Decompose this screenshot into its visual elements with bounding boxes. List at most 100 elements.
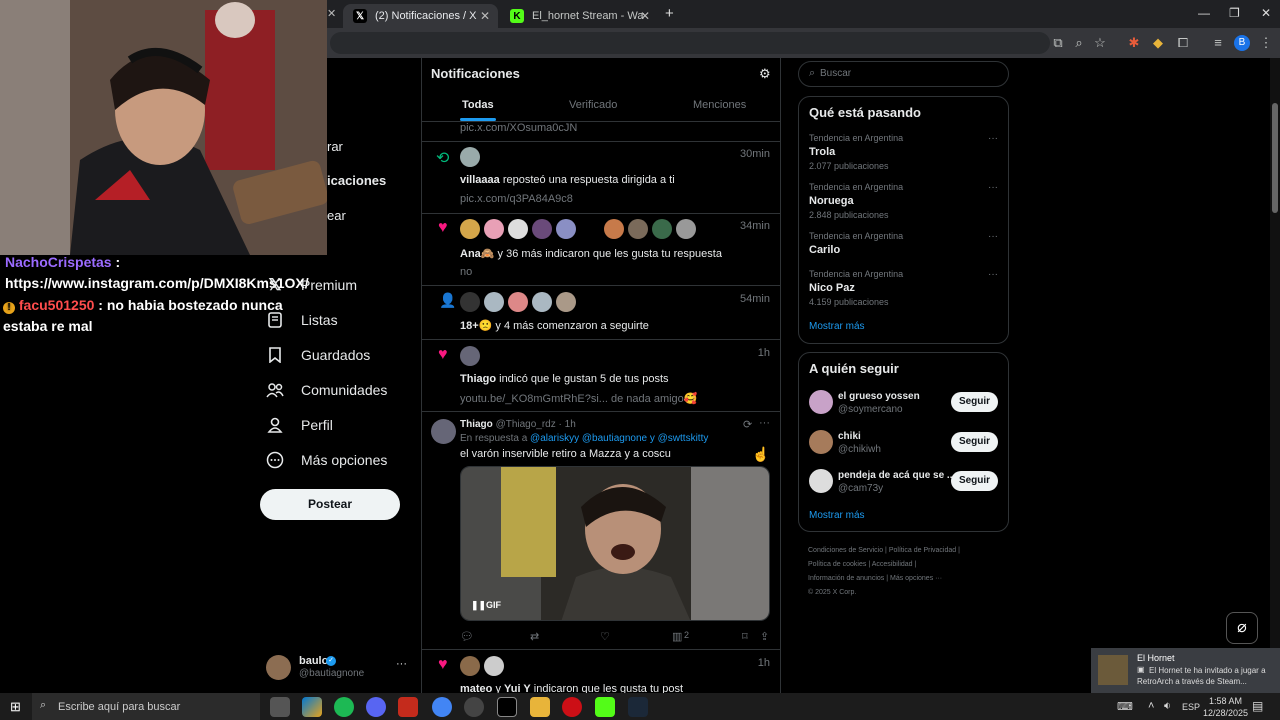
notification-item[interactable]: ♥ 34min Ana🙈 y 36 más indicaron que les …: [422, 214, 780, 286]
bookmark-icon[interactable]: ⌑: [742, 630, 748, 643]
media-icon[interactable]: ≡: [1210, 35, 1226, 51]
post-handle[interactable]: @Thiago_rdz: [496, 419, 556, 430]
follow-button[interactable]: Seguir: [951, 432, 998, 452]
scrollbar-thumb[interactable]: [1272, 103, 1278, 213]
extension-icon[interactable]: ✱: [1126, 35, 1142, 51]
avatar[interactable]: [460, 147, 480, 167]
show-more-link[interactable]: Mostrar más: [809, 510, 865, 521]
follow-suggestion[interactable]: pendeja de acá que se ... @cam73y Seguir: [799, 468, 1008, 494]
share-icon[interactable]: ⇪: [760, 630, 769, 643]
avatar[interactable]: [532, 292, 552, 312]
avatar[interactable]: [508, 292, 528, 312]
kick-icon[interactable]: [595, 697, 615, 717]
notification-user[interactable]: Ana🙈: [460, 248, 494, 260]
new-tab-button[interactable]: +: [665, 5, 674, 22]
trend-item[interactable]: Tendencia en Argentina Noruega 2.848 pub…: [809, 182, 903, 220]
avatar[interactable]: [604, 219, 624, 239]
address-bar[interactable]: [330, 32, 1050, 54]
avatar[interactable]: [628, 219, 648, 239]
taskbar-search[interactable]: ⌕ Escribe aquí para buscar: [32, 693, 260, 720]
discord-icon[interactable]: [366, 697, 386, 717]
file-explorer-icon[interactable]: [530, 697, 550, 717]
volume-icon[interactable]: 🔉︎: [1164, 700, 1171, 713]
footer-link[interactable]: Accesibilidad: [872, 561, 913, 568]
nav-item-mas-opciones[interactable]: Más opciones: [265, 450, 387, 470]
keyboard-icon[interactable]: ⌨: [1117, 700, 1133, 713]
trend-item[interactable]: Tendencia en Argentina Trola 2.077 publi…: [809, 133, 903, 171]
capcut-icon[interactable]: [497, 697, 517, 717]
footer-link[interactable]: Política de Privacidad: [889, 547, 956, 554]
notification-item[interactable]: 👤 54min 18+🙁 y 4 más comenzaron a seguir…: [422, 286, 780, 340]
avatar[interactable]: [484, 656, 504, 676]
follow-name[interactable]: chiki: [838, 431, 861, 442]
nav-item-perfil[interactable]: Perfil: [265, 415, 333, 435]
clock-time[interactable]: 1:58 AM: [1209, 696, 1242, 706]
footer-link[interactable]: Más opciones ···: [890, 575, 942, 582]
follow-button[interactable]: Seguir: [951, 392, 998, 412]
notification-user[interactable]: villaaaa: [460, 174, 500, 186]
trend-item[interactable]: Tendencia en Argentina Nico Paz 4.159 pu…: [809, 269, 903, 307]
footer-link[interactable]: Información de anuncios: [808, 575, 884, 582]
minimize-button[interactable]: —: [1198, 6, 1210, 20]
gif-media[interactable]: ❚❚ GIF: [460, 466, 770, 621]
chrome-icon[interactable]: [432, 697, 452, 717]
notification-center-icon[interactable]: ▤: [1252, 699, 1263, 713]
avatar[interactable]: [556, 292, 576, 312]
more-icon[interactable]: ···: [988, 231, 998, 242]
maximize-button[interactable]: ❐: [1229, 6, 1240, 20]
chevron-up-icon[interactable]: ˄: [1148, 700, 1154, 712]
tab-close-icon[interactable]: ✕: [327, 7, 336, 20]
nav-partial-label[interactable]: ear: [327, 208, 346, 223]
avatar[interactable]: [809, 390, 833, 414]
steam-icon[interactable]: [628, 697, 648, 717]
close-icon[interactable]: ✕: [480, 9, 490, 23]
nav-item-comunidades[interactable]: Comunidades: [265, 380, 387, 400]
avatar[interactable]: [460, 656, 480, 676]
app-icon[interactable]: [398, 697, 418, 717]
notification-user[interactable]: Thiago: [460, 373, 496, 385]
account-switcher[interactable]: baulo ✓ @bautiagnone ···: [266, 655, 416, 681]
profile-avatar-icon[interactable]: B: [1234, 35, 1250, 51]
avatar[interactable]: [508, 219, 528, 239]
windows-start-icon[interactable]: ⊞: [10, 699, 21, 715]
zoom-icon[interactable]: ⌕: [1071, 35, 1087, 51]
avatar[interactable]: [532, 219, 552, 239]
tab-stream[interactable]: K El_hornet Stream - Watch Live o ✕: [500, 4, 658, 28]
reply-icon[interactable]: 💬︎: [460, 630, 474, 643]
like-icon[interactable]: ♡: [600, 630, 610, 643]
avatar[interactable]: [484, 219, 504, 239]
tab-menciones[interactable]: Menciones: [693, 99, 746, 111]
avatar[interactable]: [652, 219, 672, 239]
follow-button[interactable]: Seguir: [951, 471, 998, 491]
follow-name[interactable]: el grueso yossen: [838, 391, 920, 402]
tab-todas[interactable]: Todas: [462, 99, 494, 111]
reply-post[interactable]: Thiago @Thiago_rdz · 1h ⟳ ··· En respues…: [422, 412, 780, 650]
clock-date[interactable]: 12/28/2025: [1203, 708, 1248, 718]
tab-notificaciones[interactable]: 𝕏 (2) Notificaciones / X ✕: [343, 4, 498, 28]
follow-name[interactable]: pendeja de acá que se ...: [838, 470, 955, 481]
task-view-icon[interactable]: [270, 697, 290, 717]
settings-icon[interactable]: ⚙: [759, 66, 771, 82]
pause-icon[interactable]: ❚❚: [471, 600, 486, 611]
footer-link[interactable]: Condiciones de Servicio: [808, 547, 883, 554]
trend-item[interactable]: Tendencia en Argentina Carilo: [809, 231, 903, 256]
notification-item[interactable]: ♥ 1h Thiago indicó que le gustan 5 de tu…: [422, 340, 780, 412]
nav-item-listas[interactable]: Listas: [265, 310, 338, 330]
views-icon[interactable]: ▥: [672, 630, 682, 643]
obs-icon[interactable]: [464, 697, 484, 717]
notification-user[interactable]: 18+🙁: [460, 320, 492, 332]
footer-link[interactable]: Política de cookies: [808, 561, 866, 568]
language-indicator[interactable]: ESP: [1182, 702, 1200, 712]
close-icon[interactable]: ✕: [640, 9, 650, 23]
notification-item[interactable]: ♥ 1h mateo y Yui Y indicaron que les gus…: [422, 650, 780, 698]
avatar[interactable]: [460, 346, 480, 366]
install-icon[interactable]: ⧉: [1050, 35, 1066, 51]
more-icon[interactable]: ···: [988, 133, 998, 144]
avatar[interactable]: [809, 469, 833, 493]
notification-toast[interactable]: El Hornet ▣ El Hornet te ha invitado a j…: [1091, 648, 1280, 693]
extension-icon[interactable]: ◆: [1150, 35, 1166, 51]
show-more-link[interactable]: Mostrar más: [809, 321, 865, 332]
reply-mentions[interactable]: @alariskyy @bautiagnone y @swttskitty: [530, 433, 708, 444]
avatar[interactable]: [431, 419, 456, 444]
more-icon[interactable]: ···: [988, 269, 998, 280]
